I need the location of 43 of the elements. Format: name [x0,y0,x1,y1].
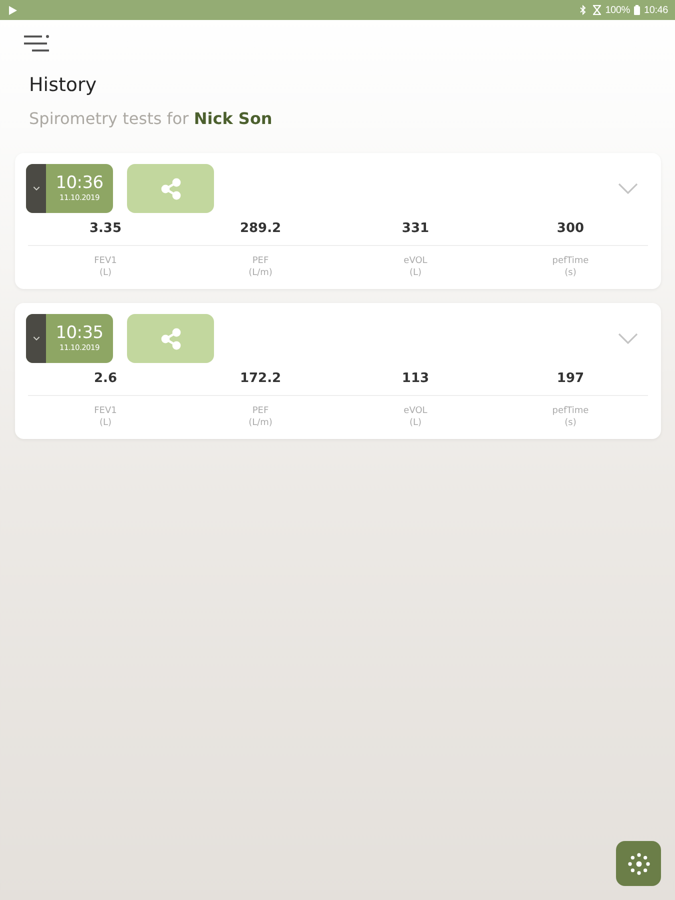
result-label: FEV1 [94,405,117,417]
result-unit: (s) [564,417,576,429]
result-unit: (L/m) [248,417,272,429]
caret-icon [32,186,40,191]
result-label: PEF [252,405,269,417]
page-title: History [29,73,98,97]
test-time: 10:35 [56,324,104,343]
badge-strip[interactable] [26,164,46,213]
result-label: eVOL [404,405,428,417]
page-subtitle: Spirometry tests for Nick Son [29,109,274,129]
result-value: 197 [556,371,584,387]
result-label: eVOL [404,255,428,267]
result-unit: (L/m) [248,267,272,279]
result-value: 3.35 [89,221,122,237]
clock-time: 10:46 [644,4,668,16]
result-label: FEV1 [94,255,117,267]
bluetooth-icon [580,5,586,15]
share-icon [160,328,180,350]
battery-percent: 100% [605,4,630,16]
result-unit: (L) [409,417,422,429]
play-store-icon [9,6,17,14]
result-value: 331 [402,221,430,237]
share-icon [160,178,180,200]
result-unit: (L) [409,267,422,279]
dots-ring-icon [628,852,650,874]
result-value: 300 [556,221,584,237]
result-unit: (L) [99,267,112,279]
badge-strip[interactable] [26,314,46,363]
result-value: 2.6 [94,371,118,387]
result-label: PEF [252,255,269,267]
result-unit: (L) [99,417,112,429]
result-value: 113 [402,371,430,387]
test-time: 10:36 [56,174,104,193]
result-unit: (s) [564,267,576,279]
battery-icon [634,5,640,15]
hourglass-icon [593,5,602,15]
result-value: 289.2 [240,221,282,237]
menu-icon[interactable] [24,35,49,52]
result-label: pefTime [552,405,589,417]
fab-button[interactable] [616,841,661,886]
caret-icon [32,336,40,341]
result-label: pefTime [552,255,589,267]
result-value: 172.2 [240,371,282,387]
